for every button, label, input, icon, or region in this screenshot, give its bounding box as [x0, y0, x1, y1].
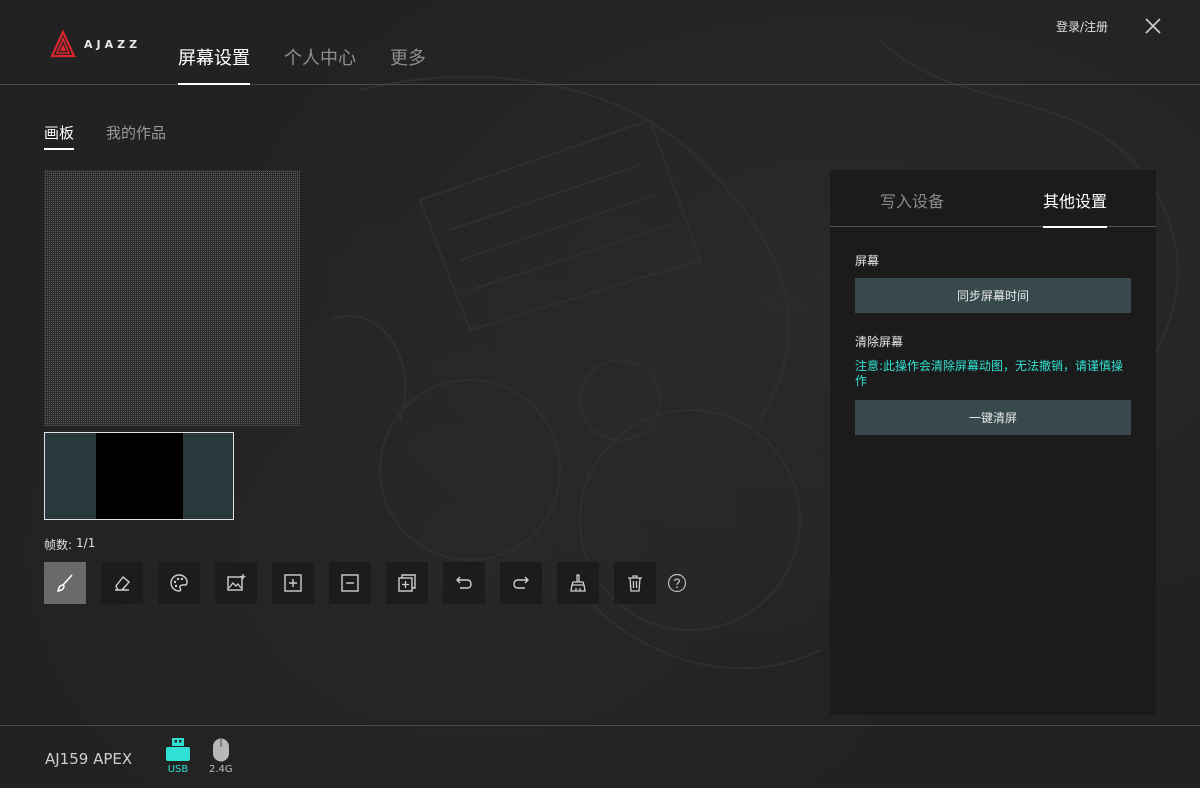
logo-text: AJAZZ [84, 37, 142, 51]
palette-icon [170, 574, 188, 592]
usb-label: USB [167, 764, 189, 775]
wireless-label: 2.4G [209, 764, 233, 775]
device-name: AJ159 APEX [45, 750, 133, 768]
eraser-tool-button[interactable] [101, 562, 143, 604]
help-button[interactable] [667, 573, 687, 593]
add-frame-button[interactable] [272, 562, 314, 604]
add-frame-icon [284, 574, 302, 592]
sub-tabs: 画板 我的作品 [44, 122, 166, 150]
logo: AJAZZ [50, 30, 141, 58]
trash-icon [628, 575, 642, 592]
brush-tool-button[interactable] [44, 562, 86, 604]
usb-connection[interactable]: USB [165, 738, 191, 775]
tab-write-device[interactable]: 写入设备 [880, 188, 944, 227]
redo-button[interactable] [500, 562, 542, 604]
clear-canvas-button[interactable] [557, 562, 599, 604]
clear-screen-section-label: 清除屏幕 [855, 335, 904, 349]
mouse-icon [212, 738, 229, 762]
settings-panel: 写入设备 其他设置 屏幕 同步屏幕时间 清除屏幕 注意:此操作会清除屏幕动图，无… [830, 170, 1156, 715]
undo-icon [456, 576, 472, 589]
tab-my-works[interactable]: 我的作品 [106, 122, 166, 150]
nav-personal-center[interactable]: 个人中心 [284, 44, 356, 85]
nav-more[interactable]: 更多 [390, 44, 426, 85]
footer: AJ159 APEX USB 2.4G [0, 725, 1200, 788]
help-icon [667, 573, 687, 593]
drawing-toolbar [44, 562, 687, 604]
nav-screen-settings[interactable]: 屏幕设置 [178, 44, 250, 85]
duplicate-frame-button[interactable] [386, 562, 428, 604]
clear-warning-text: 注意:此操作会清除屏幕动图，无法撤销，请谨慎操作 [855, 359, 1124, 388]
undo-button[interactable] [443, 562, 485, 604]
frame-count-label: 帧数: [44, 538, 73, 552]
remove-frame-icon [341, 574, 359, 592]
login-register-link[interactable]: 登录/注册 [1056, 18, 1108, 35]
frame-count: 帧数: 1/1 [44, 536, 95, 553]
duplicate-frame-icon [398, 574, 416, 592]
one-click-clear-button[interactable]: 一键清屏 [855, 400, 1131, 435]
screen-section-label: 屏幕 [855, 254, 880, 268]
close-button[interactable] [1143, 16, 1163, 36]
main-nav: 屏幕设置 个人中心 更多 [178, 44, 426, 85]
frame-thumbnail-preview [96, 433, 183, 519]
tab-other-settings[interactable]: 其他设置 [1043, 188, 1108, 228]
ajazz-logo-icon [50, 30, 76, 58]
wireless-connection[interactable]: 2.4G [209, 738, 233, 775]
header: AJAZZ 屏幕设置 个人中心 更多 登录/注册 [0, 0, 1200, 85]
frame-count-value: 1/1 [76, 536, 96, 550]
eraser-icon [115, 575, 130, 591]
clear-brush-icon [570, 574, 586, 592]
palette-tool-button[interactable] [158, 562, 200, 604]
sync-screen-time-button[interactable]: 同步屏幕时间 [855, 278, 1131, 313]
panel-tabs: 写入设备 其他设置 [830, 170, 1156, 228]
import-image-button[interactable] [215, 562, 257, 604]
close-icon [1145, 18, 1161, 34]
redo-icon [513, 576, 529, 589]
brush-icon [56, 574, 73, 593]
pixel-canvas[interactable] [44, 170, 300, 426]
delete-button[interactable] [614, 562, 656, 604]
usb-icon [166, 738, 190, 761]
tab-canvas[interactable]: 画板 [44, 122, 75, 150]
frame-thumbnail[interactable] [44, 432, 234, 520]
remove-frame-button[interactable] [329, 562, 371, 604]
image-import-icon [227, 574, 246, 591]
